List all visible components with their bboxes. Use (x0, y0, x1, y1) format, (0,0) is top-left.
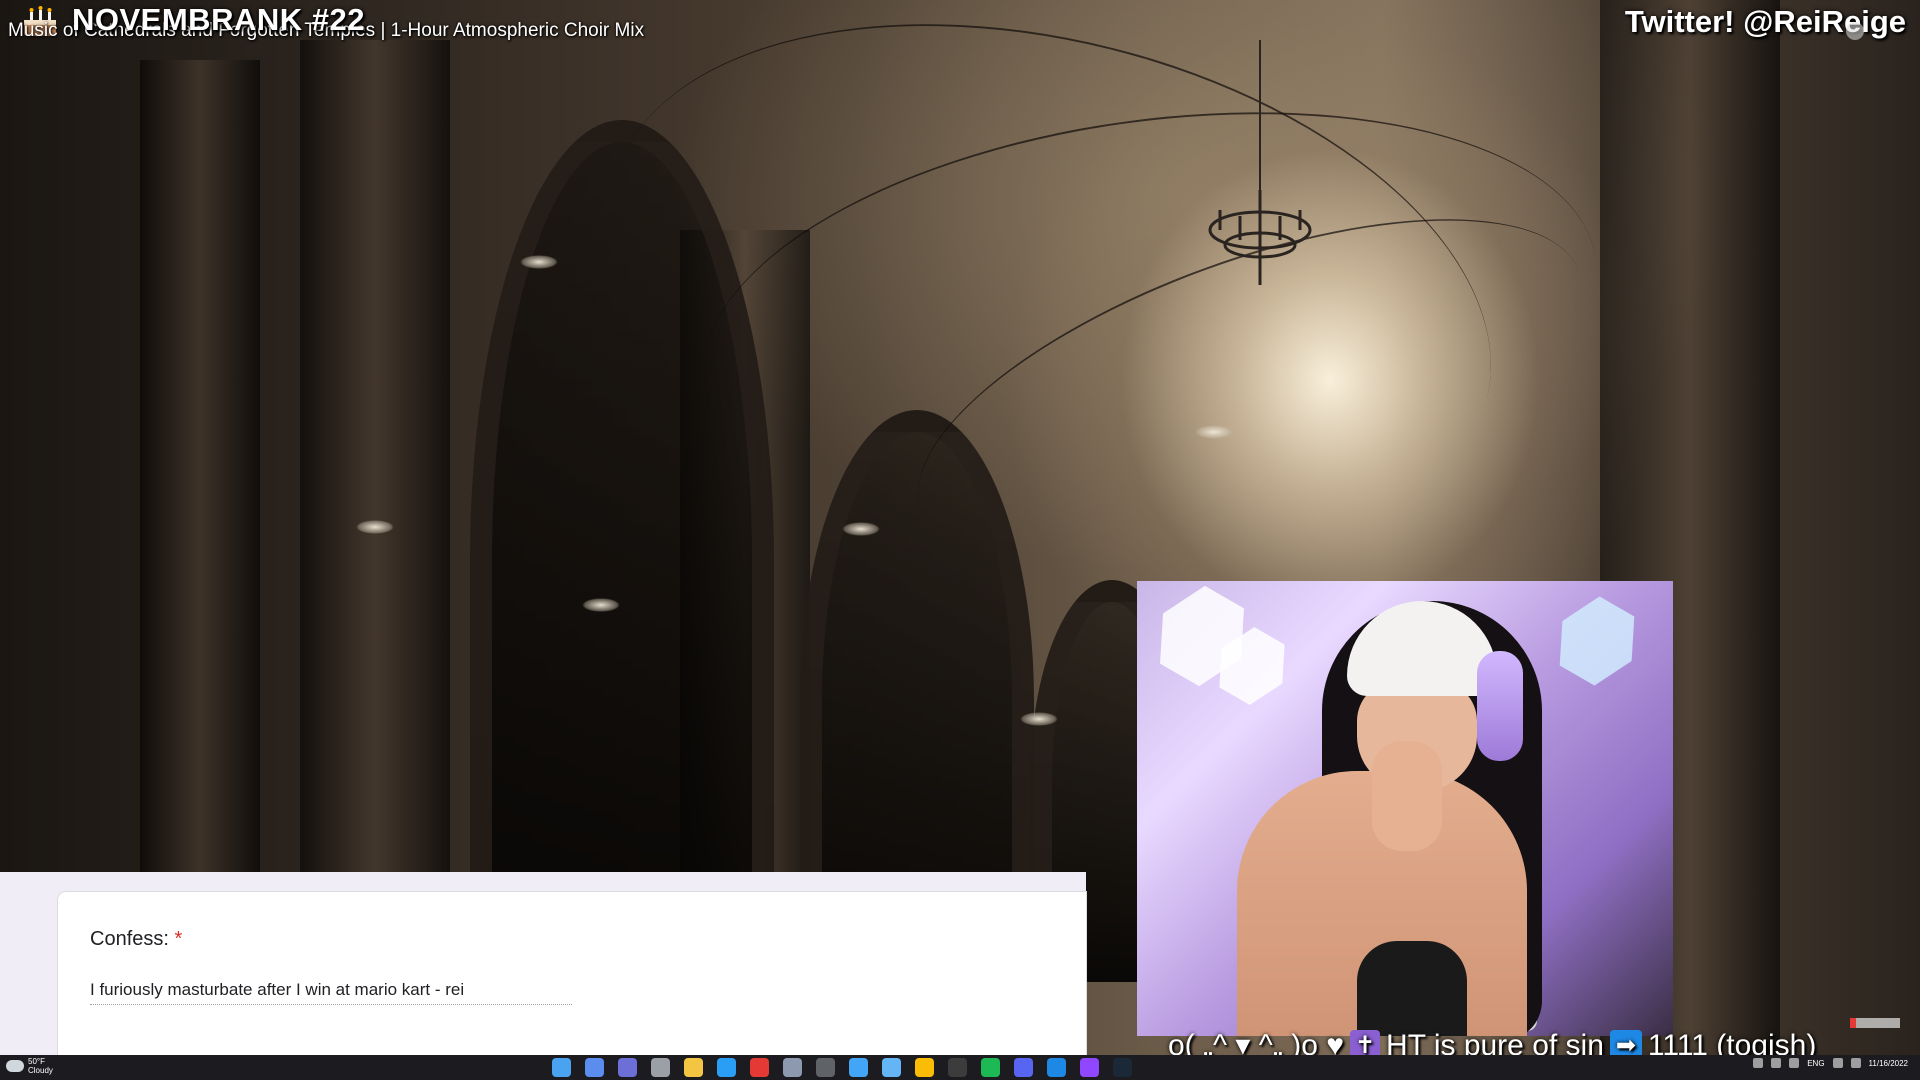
streamer-hand (1372, 741, 1442, 851)
form-question: Confess: * (90, 928, 182, 951)
clock[interactable]: 11/16/2022 (1869, 1059, 1908, 1068)
hex-light (1542, 586, 1651, 695)
dove (842, 522, 880, 536)
volume-icon[interactable] (1850, 1058, 1861, 1068)
question-label: Confess: (90, 928, 169, 950)
app-blue-icon[interactable] (1047, 1058, 1066, 1077)
video-control-dot-icon[interactable] (1846, 22, 1864, 40)
tray-icon[interactable] (1771, 1058, 1782, 1068)
twitter-handle: Twitter! @ReiReige (1624, 4, 1906, 39)
search-icon[interactable] (585, 1058, 604, 1077)
recording-badge (1850, 1018, 1900, 1028)
mail-icon[interactable] (717, 1058, 736, 1077)
teams-icon[interactable] (618, 1058, 637, 1077)
calculator-icon[interactable] (816, 1058, 835, 1077)
confession-form-card: Confess: * I furiously masturbate after … (58, 892, 1086, 1055)
required-asterisk: * (174, 928, 183, 950)
camera-icon[interactable] (783, 1058, 802, 1077)
cloud-icon (6, 1060, 24, 1072)
headphones (1477, 651, 1523, 761)
weather-widget[interactable]: 50°F Cloudy (6, 1057, 53, 1075)
confession-answer-field[interactable]: I furiously masturbate after I win at ma… (90, 980, 572, 1005)
system-tray: ENG 11/16/2022 (1753, 1058, 1908, 1068)
app-red-icon[interactable] (750, 1058, 769, 1077)
dove (1195, 425, 1233, 439)
weather-temp: 50°F (28, 1057, 45, 1066)
windows-taskbar: 50°F Cloudy ENG 11/16/2022 (0, 1055, 1920, 1080)
wifi-icon[interactable] (1832, 1058, 1843, 1068)
dove (356, 520, 394, 534)
chandelier (1208, 40, 1312, 285)
dove (582, 598, 620, 612)
notepad-icon[interactable] (882, 1058, 901, 1077)
language-indicator[interactable]: ENG (1807, 1059, 1824, 1068)
taskbar-apps (552, 1058, 1132, 1077)
discord-icon[interactable] (1014, 1058, 1033, 1077)
stream-screen: Music of Cathedrals and Forgotten Temple… (0, 0, 1920, 1080)
tray-icon[interactable] (1753, 1058, 1764, 1068)
webcam-feed (1137, 581, 1673, 1036)
steam-icon[interactable] (1113, 1058, 1132, 1077)
dove (1020, 712, 1058, 726)
spotify-icon[interactable] (981, 1058, 1000, 1077)
obs-icon[interactable] (948, 1058, 967, 1077)
weather-desc: Cloudy (28, 1066, 53, 1075)
streamer-top (1357, 941, 1467, 1036)
windows-start-icon[interactable] (552, 1058, 571, 1077)
clock-date: 11/16/2022 (1868, 1058, 1908, 1068)
twitch-icon[interactable] (1080, 1058, 1099, 1077)
settings-icon[interactable] (651, 1058, 670, 1077)
stream-title: NOVEMBRANK #22 (72, 2, 365, 37)
weather-text: 50°F Cloudy (28, 1057, 53, 1075)
chrome-icon[interactable] (915, 1058, 934, 1077)
tray-icon[interactable] (1789, 1058, 1800, 1068)
file-explorer-icon[interactable] (684, 1058, 703, 1077)
dove (520, 255, 558, 269)
confession-form-panel: Confess: * I furiously masturbate after … (0, 872, 1086, 1055)
paint-icon[interactable] (849, 1058, 868, 1077)
